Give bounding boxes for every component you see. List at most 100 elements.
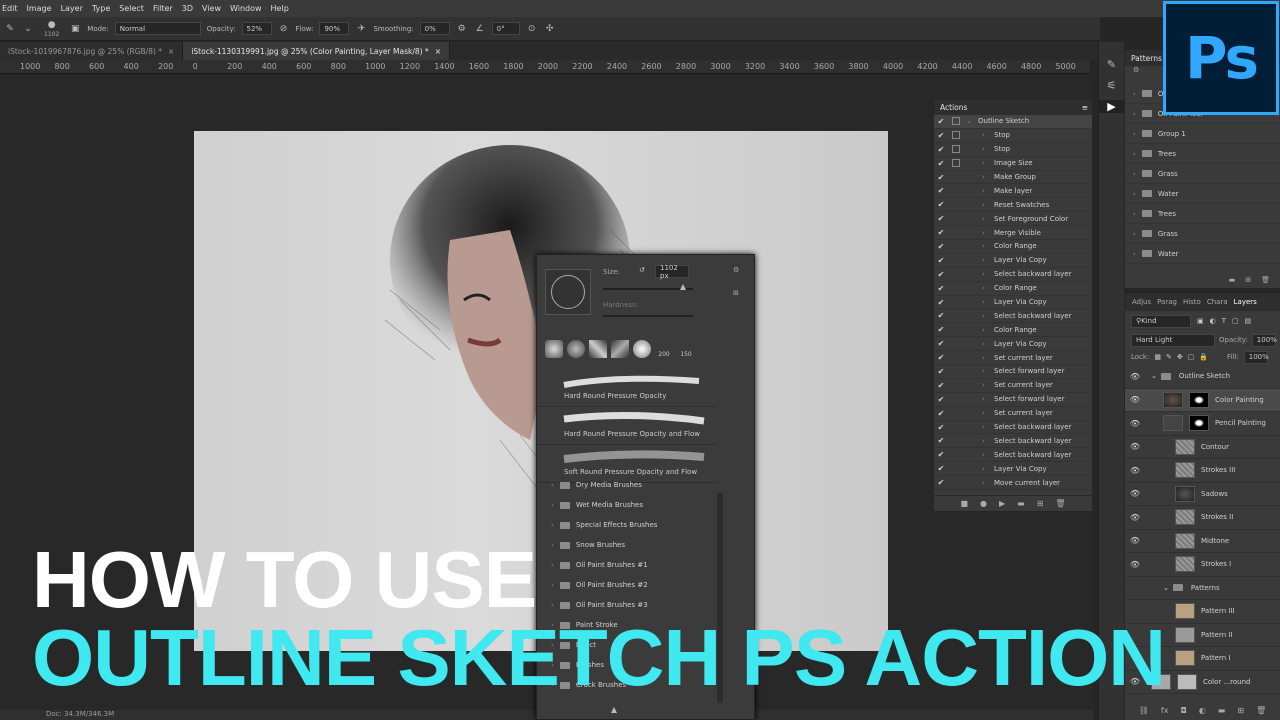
pressure-opacity-icon[interactable]: ⊘ [278,23,290,35]
layer-row[interactable]: 👁 Midtone [1125,530,1280,553]
pattern-group-item[interactable]: › Group 1 [1125,124,1280,144]
panel-menu-icon[interactable]: ≡ [1082,103,1088,112]
action-step-row[interactable]: ✔ › Select backward layer [934,448,1092,463]
chevron-right-icon[interactable]: › [982,242,994,250]
lock-position-icon[interactable]: ✥ [1177,353,1183,361]
action-step-row[interactable]: ✔ › Layer Via Copy [934,462,1092,477]
chevron-right-icon[interactable]: › [982,256,994,264]
chevron-right-icon[interactable]: › [982,173,994,181]
smoothing-field[interactable]: 0% [419,22,450,35]
chevron-down-icon[interactable]: ⌄ [1151,372,1157,380]
menu-type[interactable]: Type [92,4,110,13]
new-action-icon[interactable]: ⊞ [1037,499,1044,508]
kind-filter-select[interactable]: ⚲ Kind [1131,314,1191,328]
menu-view[interactable]: View [202,4,221,13]
dialog-toggle-icon[interactable] [952,131,960,140]
action-step-row[interactable]: ✔ › Layer Via Copy [934,296,1092,310]
check-icon[interactable]: ✔ [934,436,948,445]
opacity-field[interactable]: 52% [241,22,272,35]
size-slider-handle[interactable] [680,284,686,290]
check-icon[interactable]: ✔ [934,325,948,334]
brush-stroke-item[interactable]: Hard Round Pressure Opacity and Flow [537,407,717,445]
chevron-right-icon[interactable]: › [1133,150,1136,158]
recent-brush[interactable] [589,340,607,358]
brush-folder-item[interactable]: › Oil Paint Brushes #2 [537,575,717,595]
shape-filter-icon[interactable]: ▢ [1232,317,1239,325]
check-icon[interactable]: ✔ [934,409,948,418]
brush-folder-item[interactable]: › Oil Paint Brushes #1 [537,555,717,575]
check-icon[interactable]: ✔ [934,395,948,404]
gear-icon[interactable]: ⚙ [733,266,739,274]
layer-row[interactable]: 👁 Strokes III [1125,459,1280,483]
eye-icon[interactable]: 👁 [1125,560,1145,569]
close-icon[interactable]: × [168,47,174,56]
fx-icon[interactable]: fx [1161,706,1169,720]
check-icon[interactable]: ✔ [934,131,948,140]
eye-icon[interactable]: 👁 [1125,372,1145,381]
menu-select[interactable]: Select [119,4,144,13]
actions-play-icon[interactable]: ▶ [1099,100,1124,113]
check-icon[interactable]: ✔ [934,298,948,307]
action-step-row[interactable]: ✔ › Stop [934,129,1092,143]
eye-icon[interactable]: 👁 [1125,513,1145,522]
gear-icon[interactable]: ⚙ [456,23,468,35]
pattern-group-item[interactable]: › Grass [1125,164,1280,184]
chevron-right-icon[interactable]: › [982,423,994,431]
lock-artboard-icon[interactable]: ▢ [1188,353,1195,361]
check-icon[interactable]: ✔ [934,228,948,237]
action-step-row[interactable]: ✔ › Set current layer [934,407,1092,421]
chevron-right-icon[interactable]: › [551,581,554,589]
doc-tab-2[interactable]: iStock-1130319991.jpg @ 25% (Color Paint… [183,42,450,60]
folder-icon[interactable]: ▬ [1218,706,1226,720]
brush-preset-picker[interactable]: ● 1102 [44,19,59,38]
chevron-right-icon[interactable]: › [982,159,994,167]
brush-stroke-item[interactable]: Hard Round Pressure Opacity [537,369,717,407]
angle-field[interactable]: 0° [491,22,520,35]
pixel-filter-icon[interactable]: ▣ [1197,317,1204,325]
preview-size-handle[interactable] [611,707,617,713]
trash-icon[interactable]: 🗑 [1261,276,1270,284]
action-step-row[interactable]: ✔ › Set Foreground Color [934,212,1092,227]
check-icon[interactable]: ✔ [934,450,948,459]
chevron-right-icon[interactable]: › [982,354,994,362]
adjustment-icon[interactable]: ◐ [1199,706,1206,720]
check-icon[interactable]: ✔ [934,270,948,279]
pressure-size-icon[interactable]: ⊙ [526,23,538,35]
tab-parag[interactable]: Parag [1154,298,1180,306]
mask-icon[interactable]: ◘ [1180,706,1186,720]
action-step-row[interactable]: ✔ › Image Size [934,157,1092,171]
menu-image[interactable]: Image [27,4,52,13]
chevron-right-icon[interactable]: › [982,229,994,237]
lock-transparent-icon[interactable]: ▦ [1154,353,1161,361]
action-step-row[interactable]: ✔ › Reset Swatches [934,198,1092,213]
chevron-down-icon[interactable]: ⌄ [22,23,34,35]
action-step-row[interactable]: ✔ › Select backward layer [934,268,1092,282]
new-layer-icon[interactable]: ⊞ [1237,706,1244,720]
blend-mode-select[interactable]: Hard Light [1131,333,1215,347]
new-preset-icon[interactable]: ⊞ [733,289,739,297]
check-icon[interactable]: ✔ [934,200,948,209]
new-pattern-icon[interactable]: ⊞ [1245,276,1251,284]
adjust-icon[interactable]: ⚟ [1099,79,1124,92]
chevron-right-icon[interactable]: › [1133,90,1136,98]
trash-icon[interactable]: 🗑 [1256,706,1266,720]
chevron-right-icon[interactable]: › [551,521,554,529]
size-field[interactable]: 1102 px [655,264,689,280]
airbrush-icon[interactable]: ✈ [355,23,367,35]
chevron-right-icon[interactable]: › [982,215,994,223]
recent-brush-200[interactable]: 200 [655,341,673,358]
pattern-group-item[interactable]: › Trees [1125,144,1280,164]
record-icon[interactable]: ● [980,499,987,508]
brush-folder-item[interactable]: › Oil Paint Brushes #3 [537,595,717,615]
check-icon[interactable]: ✔ [934,117,948,126]
chevron-right-icon[interactable]: › [982,326,994,334]
symmetry-icon[interactable]: ✣ [544,23,556,35]
toggle-brush-panel-icon[interactable]: ▣ [69,23,81,35]
chevron-right-icon[interactable]: › [982,270,994,278]
chevron-right-icon[interactable]: › [982,312,994,320]
check-icon[interactable]: ✔ [934,339,948,348]
eye-icon[interactable]: 👁 [1125,536,1145,545]
action-step-row[interactable]: ✔ › Select backward layer [934,434,1092,449]
menu-help[interactable]: Help [271,4,289,13]
layer-row[interactable]: 👁 Strokes I [1125,553,1280,577]
